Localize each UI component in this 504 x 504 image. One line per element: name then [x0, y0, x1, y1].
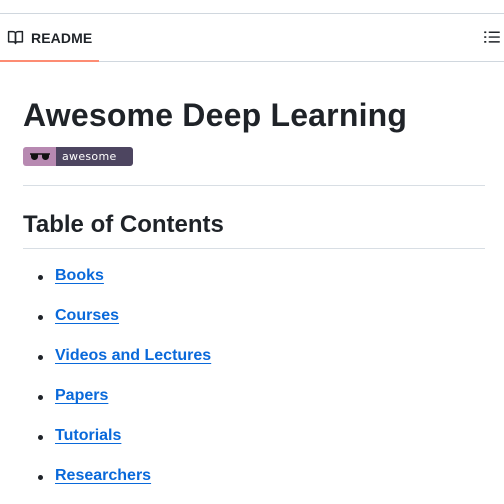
toc-link-researchers[interactable]: Researchers: [55, 464, 151, 488]
toc-link-videos-and-lectures[interactable]: Videos and Lectures: [55, 344, 211, 368]
list-item: Papers: [23, 385, 485, 425]
sunglasses-icon: [23, 147, 56, 166]
list-unordered-icon[interactable]: [483, 28, 501, 46]
awesome-badge[interactable]: awesome: [23, 147, 133, 166]
toc-list: Books Courses Videos and Lectures Papers…: [23, 265, 485, 504]
readme-header: README: [0, 14, 504, 62]
readme-content: Awesome Deep Learning awesome Table of C…: [23, 62, 485, 504]
list-item: Courses: [23, 305, 485, 345]
list-item: Researchers: [23, 465, 485, 504]
readme-panel: README Awesome Deep Learning awesome Tab…: [0, 0, 504, 504]
book-icon: [7, 29, 24, 46]
list-item: Books: [23, 265, 485, 305]
toc-heading: Table of Contents: [23, 211, 224, 238]
toc-link-papers[interactable]: Papers: [55, 384, 108, 408]
divider: [23, 248, 485, 249]
badge-text: awesome: [56, 147, 133, 166]
toc-link-courses[interactable]: Courses: [55, 304, 119, 328]
tab-readme[interactable]: README: [0, 14, 99, 62]
toc-link-tutorials[interactable]: Tutorials: [55, 424, 121, 448]
tab-readme-label: README: [31, 29, 93, 46]
list-item: Tutorials: [23, 425, 485, 465]
page-title: Awesome Deep Learning: [23, 97, 408, 133]
toc-link-books[interactable]: Books: [55, 264, 104, 288]
divider: [23, 185, 485, 186]
list-item: Videos and Lectures: [23, 345, 485, 385]
